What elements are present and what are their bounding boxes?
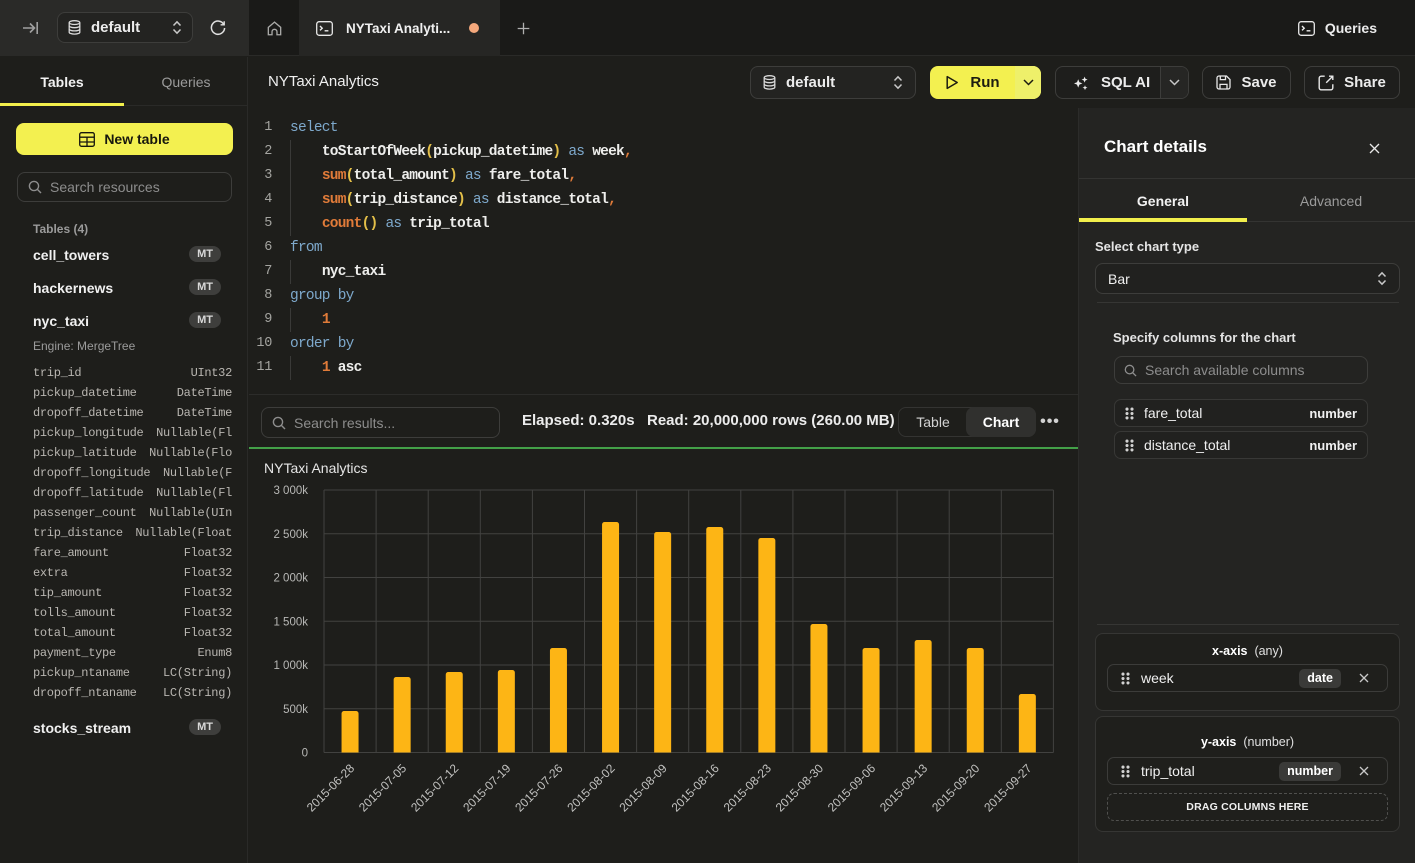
svg-text:2015-08-16: 2015-08-16 xyxy=(669,761,723,815)
svg-text:0: 0 xyxy=(302,748,308,760)
svg-text:2015-07-12: 2015-07-12 xyxy=(408,761,462,815)
svg-text:2 500k: 2 500k xyxy=(273,529,308,541)
svg-text:2015-09-13: 2015-09-13 xyxy=(877,761,931,815)
svg-text:2015-06-28: 2015-06-28 xyxy=(304,761,358,815)
svg-text:2015-09-20: 2015-09-20 xyxy=(929,761,983,815)
svg-text:2015-08-30: 2015-08-30 xyxy=(773,761,827,815)
svg-text:500k: 500k xyxy=(283,704,308,716)
svg-text:1 500k: 1 500k xyxy=(273,616,308,628)
svg-text:2015-08-02: 2015-08-02 xyxy=(564,761,618,815)
svg-text:2015-08-09: 2015-08-09 xyxy=(616,761,670,815)
svg-text:2015-09-06: 2015-09-06 xyxy=(825,761,879,815)
svg-text:2 000k: 2 000k xyxy=(273,573,308,585)
svg-text:NYTaxi Analytics: NYTaxi Analytics xyxy=(264,460,367,476)
svg-text:2015-07-26: 2015-07-26 xyxy=(512,761,566,815)
svg-text:2015-08-23: 2015-08-23 xyxy=(721,761,775,815)
svg-text:2015-07-05: 2015-07-05 xyxy=(356,761,410,815)
svg-text:1 000k: 1 000k xyxy=(273,660,308,672)
svg-text:3 000k: 3 000k xyxy=(273,485,308,497)
svg-text:2015-09-27: 2015-09-27 xyxy=(981,761,1035,815)
svg-text:2015-07-19: 2015-07-19 xyxy=(460,761,514,815)
